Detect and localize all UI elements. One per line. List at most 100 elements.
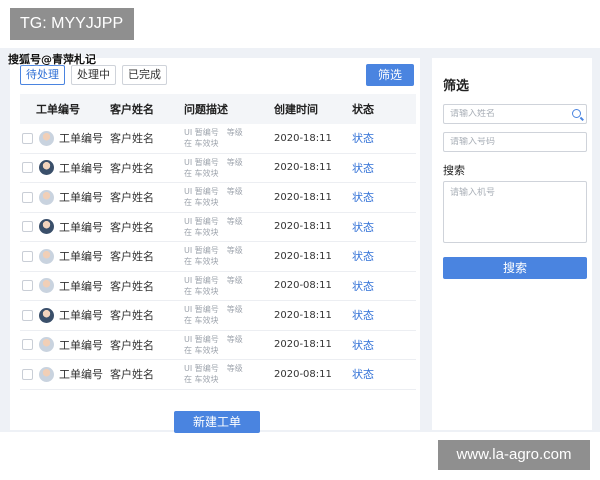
customer-name: 客户姓名 [110,368,154,382]
header-status[interactable]: 状态 [352,101,402,117]
ticket-id: 工单编号 [59,220,103,234]
created-time: 2020-08:11 [274,368,332,380]
table-body: 工单编号 客户姓名 UI 暂编号 等级在 车效块 2020-18:11 状态 工单编号 客户… [20,124,416,390]
created-time: 2020-18:11 [274,221,332,233]
issue-description: UI 暂编号 等级在 车效块 [184,363,274,385]
created-time: 2020-18:11 [274,162,332,174]
description-line-1: UI 暂编号 等级 [184,334,243,344]
watermark-bottom: www.la-agro.com [438,440,590,470]
description-line-2: 在 车效块 [184,286,219,296]
avatar [39,307,54,323]
ticket-id: 工单编号 [59,368,103,382]
row-checkbox[interactable] [22,162,33,174]
description-line-1: UI 暂编号 等级 [184,246,243,256]
customer-name: 客户姓名 [110,132,154,146]
row-checkbox[interactable] [22,309,33,321]
table-row[interactable]: 工单编号 客户姓名 UI 暂编号 等级在 车效块 2020-18:11 状态 [20,183,416,213]
description-line-2: 在 车效块 [184,316,219,326]
created-time: 2020-18:11 [274,250,332,262]
filter-title: 筛选 [443,79,470,94]
table-row[interactable]: 工单编号 客户姓名 UI 暂编号 等级在 车效块 2020-18:11 状态 [20,124,416,154]
issue-description: UI 暂编号 等级在 车效块 [184,186,274,208]
ticket-id: 工单编号 [59,132,103,146]
issue-description: UI 暂编号 等级在 车效块 [184,127,274,149]
table-row[interactable]: 工单编号 客户姓名 UI 暂编号 等级在 车效块 2020-18:11 状态 [20,213,416,242]
table-row[interactable]: 工单编号 客户姓名 UI 暂编号 等级在 车效块 2020-18:11 状态 [20,301,416,331]
name-field[interactable] [443,104,587,124]
filter-button[interactable]: 筛选 [366,64,414,86]
watermark-top: TG: MYYJJPP [10,8,134,40]
row-checkbox[interactable] [22,191,33,203]
created-time: 2020-08:11 [274,280,332,292]
status-link[interactable]: 状态 [352,307,402,323]
issue-description: UI 暂编号 等级在 车效块 [184,216,274,238]
filter-side-panel: 筛选 搜索 搜索 [432,58,592,430]
row-checkbox[interactable] [22,221,33,233]
description-line-2: 在 车效块 [184,345,219,355]
issue-description: UI 暂编号 等级在 车效块 [184,304,274,326]
header-ticket-id[interactable]: 工单编号 [20,101,110,117]
description-line-2: 在 车效块 [184,227,219,237]
ticket-id-cell: 工单编号 [20,278,110,294]
search-textarea-field[interactable] [443,181,587,243]
ticket-id-cell: 工单编号 [20,337,110,353]
description-line-1: UI 暂编号 等级 [184,305,243,315]
status-link[interactable]: 状态 [352,160,402,176]
table-row[interactable]: 工单编号 客户姓名 UI 暂编号 等级在 车效块 2020-18:11 状态 [20,331,416,360]
issue-description: UI 暂编号 等级在 车效块 [184,157,274,179]
table-row[interactable]: 工单编号 客户姓名 UI 暂编号 等级在 车效块 2020-08:11 状态 [20,360,416,390]
ticket-id: 工单编号 [59,161,103,175]
avatar [39,278,54,294]
status-link[interactable]: 状态 [352,366,402,382]
search-textarea[interactable] [450,185,580,235]
row-checkbox[interactable] [22,339,33,351]
row-checkbox[interactable] [22,280,33,292]
ticket-id-cell: 工单编号 [20,219,110,235]
header-description[interactable]: 问题描述 [184,101,274,117]
name-input[interactable] [450,109,560,119]
tab-processing[interactable]: 处理中 [71,65,116,85]
avatar [39,130,54,146]
row-checkbox[interactable] [22,132,33,144]
row-checkbox[interactable] [22,368,33,380]
search-button[interactable]: 搜索 [443,257,587,279]
header-created-time[interactable]: 创建时间 [274,101,352,117]
table-row[interactable]: 工单编号 客户姓名 UI 暂编号 等级在 车效块 2020-08:11 状态 [20,272,416,301]
ticket-id-cell: 工单编号 [20,189,110,205]
ticket-table: 工单编号 客户姓名 问题描述 创建时间 状态 工单编号 客户姓名 UI 暂编号 等级… [20,94,416,390]
description-line-1: UI 暂编号 等级 [184,128,243,138]
search-icon[interactable] [572,109,581,118]
status-link[interactable]: 状态 [352,219,402,235]
customer-name: 客户姓名 [110,309,154,323]
row-checkbox[interactable] [22,250,33,262]
ticket-id: 工单编号 [59,191,103,205]
status-link[interactable]: 状态 [352,337,402,353]
table-row[interactable]: 工单编号 客户姓名 UI 暂编号 等级在 车效块 2020-18:11 状态 [20,154,416,183]
customer-name: 客户姓名 [110,279,154,293]
status-tabs: 待处理 处理中 已完成 [20,65,167,85]
ticket-id: 工单编号 [59,338,103,352]
status-link[interactable]: 状态 [352,248,402,264]
ticket-id: 工单编号 [59,309,103,323]
ticket-id-cell: 工单编号 [20,130,110,146]
created-time: 2020-18:11 [274,309,332,321]
description-line-2: 在 车效块 [184,257,219,267]
status-link[interactable]: 状态 [352,130,402,146]
description-line-1: UI 暂编号 等级 [184,275,243,285]
avatar [39,160,54,176]
status-link[interactable]: 状态 [352,278,402,294]
watermark-source: 搜狐号@青萍札记 [8,53,96,66]
phone-field[interactable] [443,132,587,152]
tab-completed[interactable]: 已完成 [122,65,167,85]
phone-input[interactable] [450,137,560,147]
table-row[interactable]: 工单编号 客户姓名 UI 暂编号 等级在 车效块 2020-18:11 状态 [20,242,416,272]
status-link[interactable]: 状态 [352,189,402,205]
search-section-label: 搜索 [443,164,465,177]
customer-name: 客户姓名 [110,161,154,175]
description-line-1: UI 暂编号 等级 [184,157,243,167]
tab-pending[interactable]: 待处理 [20,65,65,85]
new-ticket-button[interactable]: 新建工单 [174,411,260,433]
avatar [39,248,54,264]
header-customer[interactable]: 客户姓名 [110,101,184,117]
avatar [39,337,54,353]
